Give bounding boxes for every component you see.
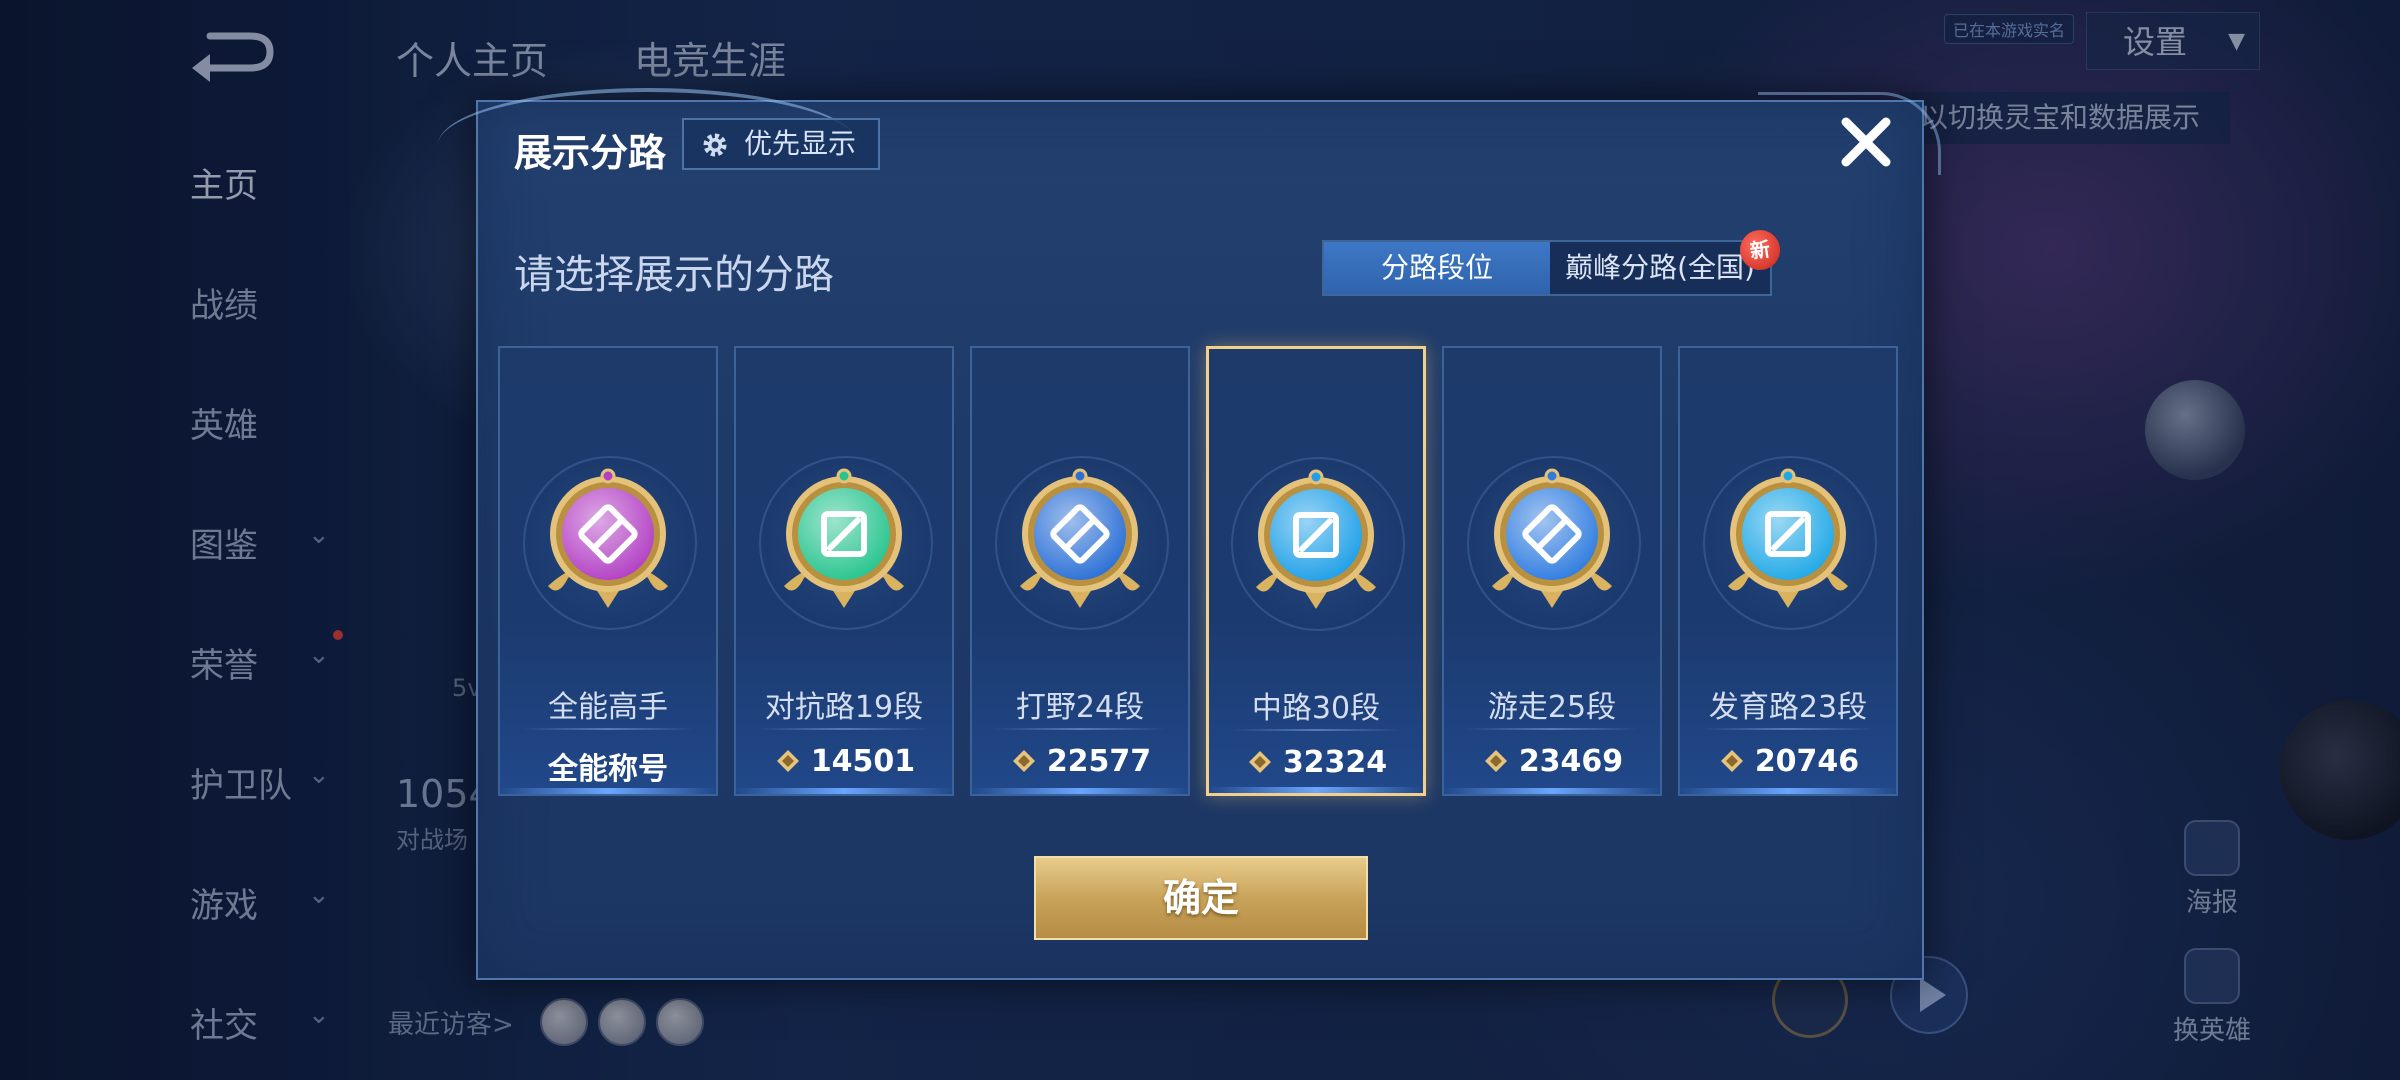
lane-rank-label: 打野24段 xyxy=(1015,690,1145,725)
lane-score: 全能称号 xyxy=(500,744,716,788)
lane-rank-label: 对抗路19段 xyxy=(764,690,924,725)
divider xyxy=(1231,729,1401,731)
lane-display-dialog: 展示分路 优先显示 请选择展示的分路 分路段位 巅峰分路(全国) 新 全能高手全… xyxy=(438,88,1941,980)
close-icon[interactable] xyxy=(1834,110,1898,174)
divider xyxy=(1702,728,1874,730)
lane-card[interactable]: 打野24段 22577 xyxy=(970,346,1190,796)
lane-score-value: 32324 xyxy=(1282,745,1388,780)
divider xyxy=(522,728,694,730)
lane-score-value: 20746 xyxy=(1754,744,1860,779)
lane-card[interactable]: 游走25段 23469 xyxy=(1442,346,1662,796)
priority-display-label: 优先显示 xyxy=(744,127,857,160)
lane-card[interactable]: 对抗路19段 14501 xyxy=(734,346,954,796)
priority-display-button[interactable]: 优先显示 xyxy=(682,118,880,170)
card-bottom-glow xyxy=(736,788,952,794)
lane-rank-label: 全能高手 xyxy=(548,690,668,725)
card-bottom-glow xyxy=(1444,788,1660,794)
divider xyxy=(758,728,930,730)
lane-score: 22577 xyxy=(972,744,1188,779)
lane-card[interactable]: 全能高手 全能称号 xyxy=(498,346,718,796)
peak-points-icon xyxy=(1248,751,1271,773)
lane-score-value: 23469 xyxy=(1518,744,1624,779)
jungle-emblem-icon xyxy=(1020,468,1140,608)
tab-lane-rank[interactable]: 分路段位 xyxy=(1324,242,1550,294)
lane-score: 23469 xyxy=(1444,744,1660,779)
lane-rank-label: 游走25段 xyxy=(1487,690,1617,725)
lane-score-value: 全能称号 xyxy=(548,752,668,787)
farm-lane-emblem-icon xyxy=(1728,468,1848,608)
peak-points-icon xyxy=(1012,750,1035,772)
peak-points-icon xyxy=(1484,750,1507,772)
card-bottom-glow xyxy=(500,788,716,794)
lane-card[interactable]: 发育路23段 20746 xyxy=(1678,346,1898,796)
peak-points-icon xyxy=(1720,750,1743,772)
lane-score: 32324 xyxy=(1209,745,1423,780)
gear-icon xyxy=(703,133,727,157)
dialog-title: 展示分路 xyxy=(514,131,667,175)
lane-score-value: 22577 xyxy=(1046,744,1152,779)
lane-score: 14501 xyxy=(736,744,952,779)
lane-rank-label: 中路30段 xyxy=(1251,691,1381,726)
display-mode-switch: 分路段位 巅峰分路(全国) 新 xyxy=(1322,227,1783,296)
card-bottom-glow xyxy=(1680,788,1896,794)
mid-lane-emblem-icon xyxy=(1256,469,1376,609)
card-bottom-glow xyxy=(972,788,1188,794)
clash-lane-emblem-icon xyxy=(784,468,904,608)
lane-rank-label: 发育路23段 xyxy=(1708,690,1868,725)
peak-points-icon xyxy=(776,750,799,772)
lane-card[interactable]: 中路30段 32324 xyxy=(1206,346,1426,796)
lane-score: 20746 xyxy=(1680,744,1896,779)
card-bottom-glow xyxy=(1209,787,1423,793)
tab-peak-lane-national[interactable]: 巅峰分路(全国) xyxy=(1550,242,1770,294)
all-round-emblem-icon xyxy=(548,468,668,608)
lane-score-value: 14501 xyxy=(810,744,916,779)
select-lane-prompt: 请选择展示的分路 xyxy=(514,252,834,298)
divider xyxy=(1466,728,1638,730)
divider xyxy=(994,728,1166,730)
confirm-button[interactable]: 确定 xyxy=(1034,856,1368,940)
roam-emblem-icon xyxy=(1492,468,1612,608)
